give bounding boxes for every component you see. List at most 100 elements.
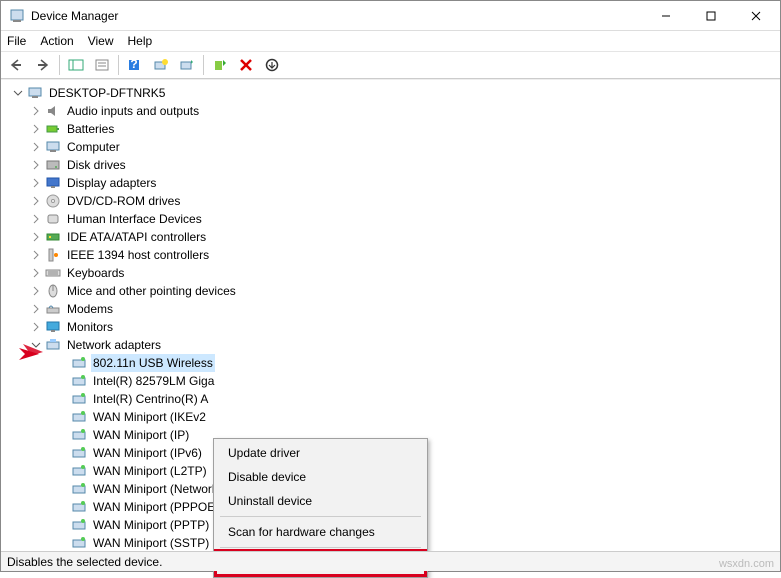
expander-icon[interactable] (29, 302, 43, 316)
menu-action[interactable]: Action (40, 34, 73, 48)
expander-icon[interactable] (29, 230, 43, 244)
expander-icon[interactable] (29, 158, 43, 172)
tree-category-label: IDE ATA/ATAPI controllers (65, 228, 208, 246)
minimize-button[interactable] (643, 2, 688, 30)
tree-root[interactable]: DESKTOP-DFTNRK5 (5, 84, 780, 102)
cd-icon (45, 193, 61, 209)
properties-button[interactable] (90, 53, 114, 77)
window-title: Device Manager (31, 9, 643, 23)
expander-icon[interactable] (29, 212, 43, 226)
tree-category-label: Keyboards (65, 264, 126, 282)
expander-icon[interactable] (29, 104, 43, 118)
expander-icon[interactable] (29, 266, 43, 280)
tree-category[interactable]: Computer (5, 138, 780, 156)
tree-category[interactable]: Modems (5, 300, 780, 318)
tree-category-label: Batteries (65, 120, 116, 138)
tree-category[interactable]: IDE ATA/ATAPI controllers (5, 228, 780, 246)
tree-device[interactable]: Intel(R) 82579LM Giga (5, 372, 780, 390)
network-adapter-icon (71, 373, 87, 389)
expander-icon[interactable] (29, 284, 43, 298)
disable-device-button[interactable] (260, 53, 284, 77)
network-adapter-icon (71, 499, 87, 515)
menubar: File Action View Help (1, 31, 780, 51)
ctx-uninstall-device[interactable]: Uninstall device (216, 489, 425, 513)
tree-device[interactable]: 802.11n USB Wireless (5, 354, 780, 372)
expander-icon[interactable] (29, 194, 43, 208)
status-bar: Disables the selected device. (1, 551, 780, 571)
menu-help[interactable]: Help (128, 34, 153, 48)
tree-device-label: 802.11n USB Wireless (91, 354, 215, 372)
tree-device-label: WAN Miniport (PPTP) (91, 516, 211, 534)
close-button[interactable] (733, 2, 778, 30)
tree-category[interactable]: Display adapters (5, 174, 780, 192)
tree-device[interactable]: WAN Miniport (IKEv2 (5, 408, 780, 426)
network-adapter-icon (71, 463, 87, 479)
tree-category[interactable]: Disk drives (5, 156, 780, 174)
tree-category[interactable]: DVD/CD-ROM drives (5, 192, 780, 210)
ctx-scan-hardware[interactable]: Scan for hardware changes (216, 520, 425, 544)
tree-category-label: Display adapters (65, 174, 158, 192)
tree-device-label: Intel(R) Centrino(R) A (91, 390, 210, 408)
expander-icon[interactable] (29, 338, 43, 352)
hid-icon (45, 211, 61, 227)
separator (220, 516, 421, 517)
tree-category[interactable]: IEEE 1394 host controllers (5, 246, 780, 264)
expander-icon[interactable] (29, 122, 43, 136)
toolbar: ? (1, 51, 780, 79)
tree-category-label: DVD/CD-ROM drives (65, 192, 182, 210)
modem-icon (45, 301, 61, 317)
ctx-disable-device[interactable]: Disable device (216, 465, 425, 489)
ide-icon (45, 229, 61, 245)
status-text: Disables the selected device. (7, 555, 162, 569)
uninstall-device-button[interactable] (234, 53, 258, 77)
tree-category[interactable]: Mice and other pointing devices (5, 282, 780, 300)
menu-view[interactable]: View (88, 34, 114, 48)
network-icon (45, 337, 61, 353)
help-button[interactable]: ? (123, 53, 147, 77)
tree-category-label: Monitors (65, 318, 115, 336)
enable-device-button[interactable] (208, 53, 232, 77)
separator (220, 547, 421, 548)
scan-hardware-button[interactable] (149, 53, 173, 77)
tree-category[interactable]: Monitors (5, 318, 780, 336)
network-adapter-icon (71, 427, 87, 443)
tree-device-label: WAN Miniport (IPv6) (91, 444, 204, 462)
forward-button[interactable] (31, 53, 55, 77)
expander-icon[interactable] (29, 320, 43, 334)
show-hide-console-button[interactable] (64, 53, 88, 77)
expander-icon[interactable] (11, 86, 25, 100)
expander-icon[interactable] (29, 176, 43, 190)
tree-category-label: Network adapters (65, 336, 163, 354)
separator (118, 55, 119, 75)
svg-text:?: ? (130, 58, 137, 71)
keyboard-icon (45, 265, 61, 281)
maximize-button[interactable] (688, 2, 733, 30)
monitor-icon (45, 319, 61, 335)
network-adapter-icon (71, 445, 87, 461)
expander-icon[interactable] (29, 140, 43, 154)
tree-category-label: Modems (65, 300, 115, 318)
ctx-update-driver[interactable]: Update driver (216, 441, 425, 465)
back-button[interactable] (5, 53, 29, 77)
network-adapter-icon (71, 481, 87, 497)
tree-category[interactable]: Batteries (5, 120, 780, 138)
tree-device-label: WAN Miniport (L2TP) (91, 462, 209, 480)
menu-file[interactable]: File (7, 34, 26, 48)
tree-category[interactable]: Human Interface Devices (5, 210, 780, 228)
watermark: wsxdn.com (719, 558, 774, 570)
battery-icon (45, 121, 61, 137)
tree-device-label: Intel(R) 82579LM Giga (91, 372, 216, 390)
app-icon (9, 8, 25, 24)
tree-device[interactable]: Intel(R) Centrino(R) A (5, 390, 780, 408)
expander-icon[interactable] (29, 248, 43, 262)
tree-category[interactable]: Network adapters (5, 336, 780, 354)
tree-category-label: Audio inputs and outputs (65, 102, 201, 120)
update-driver-button[interactable] (175, 53, 199, 77)
tree-category-label: IEEE 1394 host controllers (65, 246, 211, 264)
tree-category[interactable]: Audio inputs and outputs (5, 102, 780, 120)
tree-root-label: DESKTOP-DFTNRK5 (47, 84, 167, 102)
network-adapter-icon (71, 391, 87, 407)
tree-device-label: WAN Miniport (IP) (91, 426, 191, 444)
network-adapter-icon (71, 409, 87, 425)
tree-category[interactable]: Keyboards (5, 264, 780, 282)
